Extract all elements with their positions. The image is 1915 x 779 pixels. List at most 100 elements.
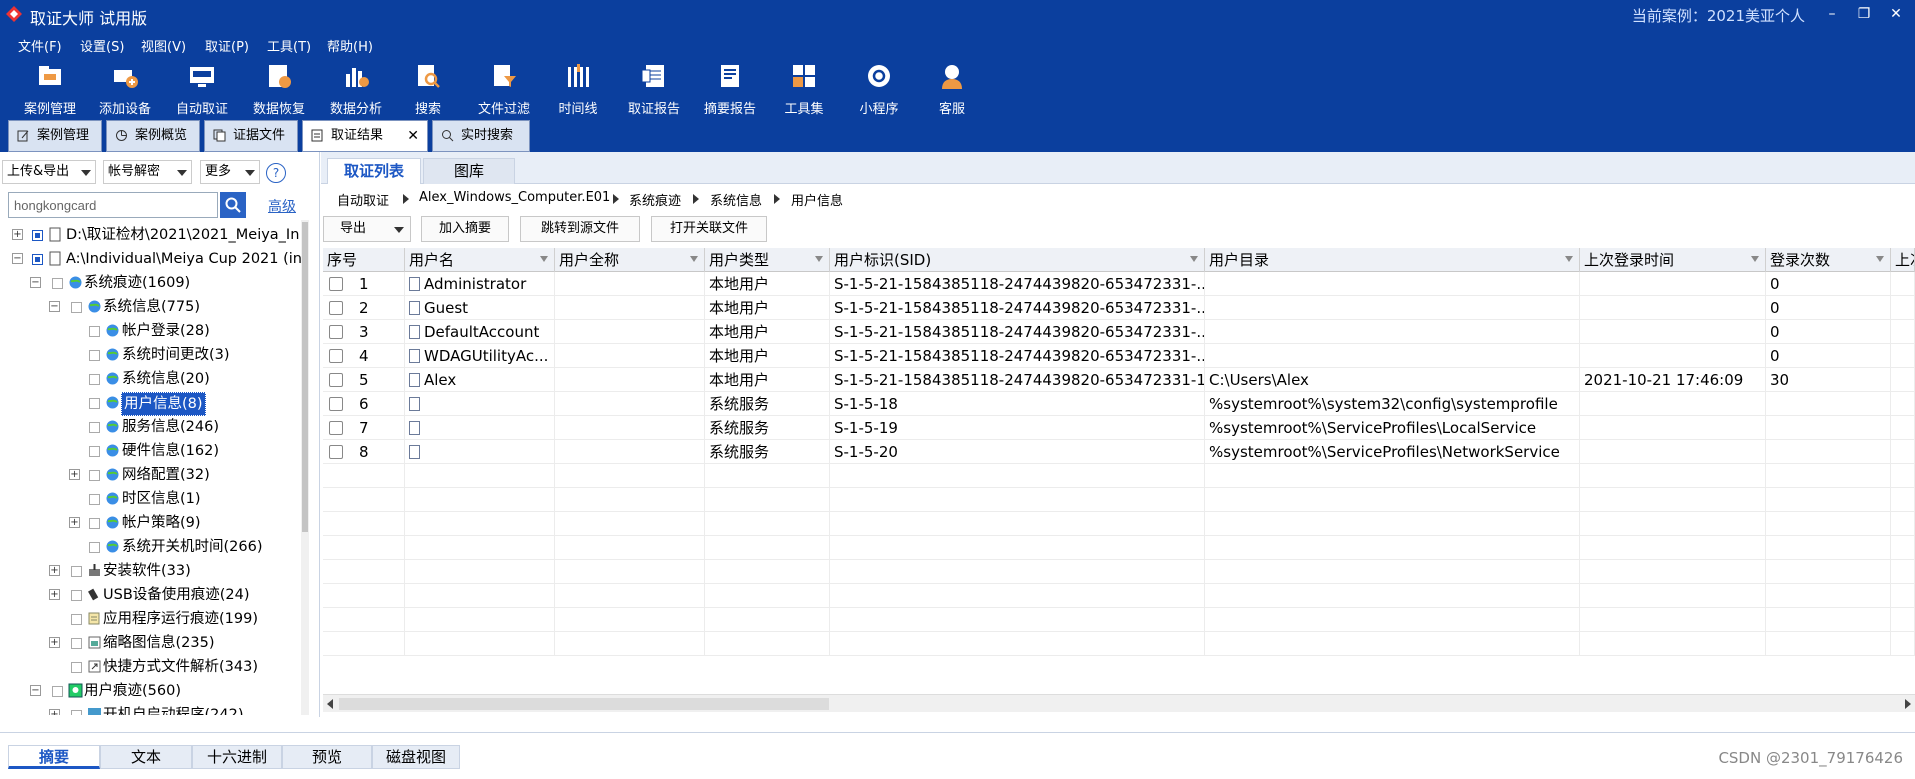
filter-icon[interactable] — [1190, 256, 1198, 262]
tree-checkbox[interactable] — [71, 638, 82, 649]
row-checkbox[interactable] — [329, 277, 343, 291]
tab-gallery[interactable]: 图库 — [423, 158, 515, 184]
menu-tools[interactable]: 工具(T) — [267, 36, 311, 55]
column-header[interactable]: 用户全称 — [555, 248, 705, 272]
tab-case-management[interactable]: 案例管理 — [8, 120, 102, 152]
column-header[interactable]: 上次登录时间 — [1580, 248, 1766, 272]
menu-help[interactable]: 帮助(H) — [327, 36, 373, 55]
tree-checkbox[interactable] — [71, 566, 82, 577]
add-device-button[interactable]: 添加设备 — [89, 62, 161, 117]
open-related-button[interactable]: 打开关联文件 — [651, 216, 767, 242]
tab-realtime-search[interactable]: 实时搜索 — [432, 120, 530, 152]
tab-disk-view[interactable]: 磁盘视图 — [372, 745, 460, 769]
account-decrypt-dropdown[interactable]: 帐号解密 — [103, 160, 192, 184]
menu-settings[interactable]: 设置(S) — [80, 36, 124, 55]
breadcrumb-item[interactable]: 用户信息 — [791, 190, 843, 209]
table-row[interactable]: 8 系统服务 S-1-5-20 %systemroot%\ServiceProfile… — [323, 440, 1915, 464]
tree-checkbox[interactable] — [71, 710, 82, 715]
menu-forensics[interactable]: 取证(P) — [205, 36, 249, 55]
table-row[interactable] — [323, 632, 1915, 656]
column-header[interactable]: 登录次数 — [1766, 248, 1891, 272]
tree-checkbox[interactable] — [89, 374, 100, 385]
data-analysis-button[interactable]: 数据分析 — [320, 62, 392, 117]
filter-icon[interactable] — [1751, 256, 1759, 262]
forensic-report-button[interactable]: 取证报告 — [618, 62, 690, 117]
menu-view[interactable]: 视图(V) — [141, 36, 186, 55]
row-checkbox[interactable] — [329, 373, 343, 387]
file-filter-button[interactable]: 文件过滤 — [468, 62, 540, 117]
tab-text[interactable]: 文本 — [100, 745, 192, 769]
column-header[interactable]: 用户目录 — [1205, 248, 1580, 272]
horizontal-scrollbar[interactable] — [323, 694, 1915, 712]
export-dropdown[interactable]: 导出 — [323, 216, 411, 242]
row-checkbox[interactable] — [329, 397, 343, 411]
table-row[interactable] — [323, 536, 1915, 560]
toolset-button[interactable]: 工具集 — [768, 62, 840, 117]
tree-checkbox[interactable] — [32, 230, 43, 241]
more-dropdown[interactable]: 更多 — [200, 160, 260, 184]
close-button[interactable]: ✕ — [1879, 2, 1913, 26]
table-row[interactable]: 3 DefaultAccount 本地用户 S-1-5-21-1584385118-2… — [323, 320, 1915, 344]
auto-forensics-button[interactable]: 自动取证 — [166, 62, 238, 117]
table-row[interactable] — [323, 584, 1915, 608]
scroll-left-icon[interactable] — [327, 699, 333, 709]
help-icon[interactable]: ? — [266, 163, 286, 183]
tab-hex[interactable]: 十六进制 — [192, 745, 282, 769]
case-management-button[interactable]: 案例管理 — [14, 62, 86, 117]
tab-summary[interactable]: 摘要 — [8, 745, 100, 769]
customer-service-button[interactable]: 客服 — [916, 62, 988, 117]
tree-checkbox[interactable] — [89, 494, 100, 505]
column-header[interactable]: 序号 — [323, 248, 405, 272]
table-row[interactable] — [323, 464, 1915, 488]
breadcrumb-item[interactable]: Alex_Windows_Computer.E01 — [419, 190, 610, 205]
data-recovery-button[interactable]: 数据恢复 — [243, 62, 315, 117]
tree-checkbox[interactable] — [32, 254, 43, 265]
close-tab-icon[interactable]: ✕ — [407, 121, 419, 151]
upload-export-dropdown[interactable]: 上传&导出 — [2, 160, 96, 184]
tree-checkbox[interactable] — [71, 662, 82, 673]
breadcrumb-item[interactable]: 自动取证 — [337, 190, 389, 209]
column-header[interactable]: 上次 — [1891, 248, 1915, 272]
table-row[interactable] — [323, 560, 1915, 584]
table-row[interactable] — [323, 512, 1915, 536]
filter-icon[interactable] — [1565, 256, 1573, 262]
breadcrumb-item[interactable]: 系统痕迹 — [629, 190, 681, 209]
table-row[interactable] — [323, 608, 1915, 632]
row-checkbox[interactable] — [329, 301, 343, 315]
tree-checkbox[interactable] — [89, 470, 100, 481]
table-row[interactable]: 2 Guest 本地用户 S-1-5-21-1584385118-2474439820… — [323, 296, 1915, 320]
minimize-button[interactable]: – — [1815, 2, 1849, 26]
filter-icon[interactable] — [540, 256, 548, 262]
table-row[interactable]: 7 系统服务 S-1-5-19 %systemroot%\ServiceProfile… — [323, 416, 1915, 440]
row-checkbox[interactable] — [329, 445, 343, 459]
tree-checkbox[interactable] — [89, 518, 100, 529]
tree-checkbox[interactable] — [89, 350, 100, 361]
advanced-search-link[interactable]: 高级 — [268, 196, 296, 216]
summary-report-button[interactable]: 摘要报告 — [694, 62, 766, 117]
search-button[interactable]: 搜索 — [392, 62, 464, 117]
menu-file[interactable]: 文件(F) — [18, 36, 62, 55]
tab-forensic-results[interactable]: 取证结果 ✕ — [302, 120, 428, 152]
tree-checkbox[interactable] — [52, 278, 63, 289]
tree-checkbox[interactable] — [52, 686, 63, 697]
tree-checkbox[interactable] — [89, 542, 100, 553]
breadcrumb-item[interactable]: 系统信息 — [710, 190, 762, 209]
horizontal-scrollbar-thumb[interactable] — [339, 698, 829, 710]
row-checkbox[interactable] — [329, 325, 343, 339]
row-checkbox[interactable] — [329, 421, 343, 435]
tree-scrollbar-thumb[interactable] — [302, 222, 308, 532]
tree-checkbox[interactable] — [89, 326, 100, 337]
mini-program-button[interactable]: 小程序 — [843, 62, 915, 117]
tab-evidence-files[interactable]: 证据文件 — [204, 120, 298, 152]
add-summary-button[interactable]: 加入摘要 — [421, 216, 509, 242]
table-row[interactable]: 5 Alex 本地用户 S-1-5-21-1584385118-2474439820-… — [323, 368, 1915, 392]
row-checkbox[interactable] — [329, 349, 343, 363]
tree-checkbox[interactable] — [71, 614, 82, 625]
jump-source-button[interactable]: 跳转到源文件 — [520, 216, 640, 242]
tree-search-button[interactable] — [220, 192, 246, 218]
tab-preview[interactable]: 预览 — [282, 745, 372, 769]
table-row[interactable] — [323, 488, 1915, 512]
table-row[interactable]: 1 Administrator 本地用户 S-1-5-21-1584385118-24… — [323, 272, 1915, 296]
table-row[interactable]: 6 系统服务 S-1-5-18 %systemroot%\system32\confi… — [323, 392, 1915, 416]
tab-case-overview[interactable]: 案例概览 — [106, 120, 200, 152]
